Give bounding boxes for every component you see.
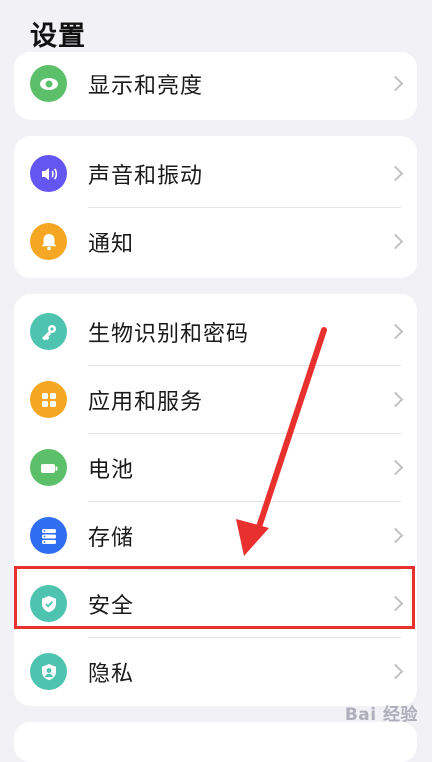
annotation-arrow bbox=[236, 327, 327, 556]
watermark: Bai 经验 bbox=[344, 705, 418, 725]
